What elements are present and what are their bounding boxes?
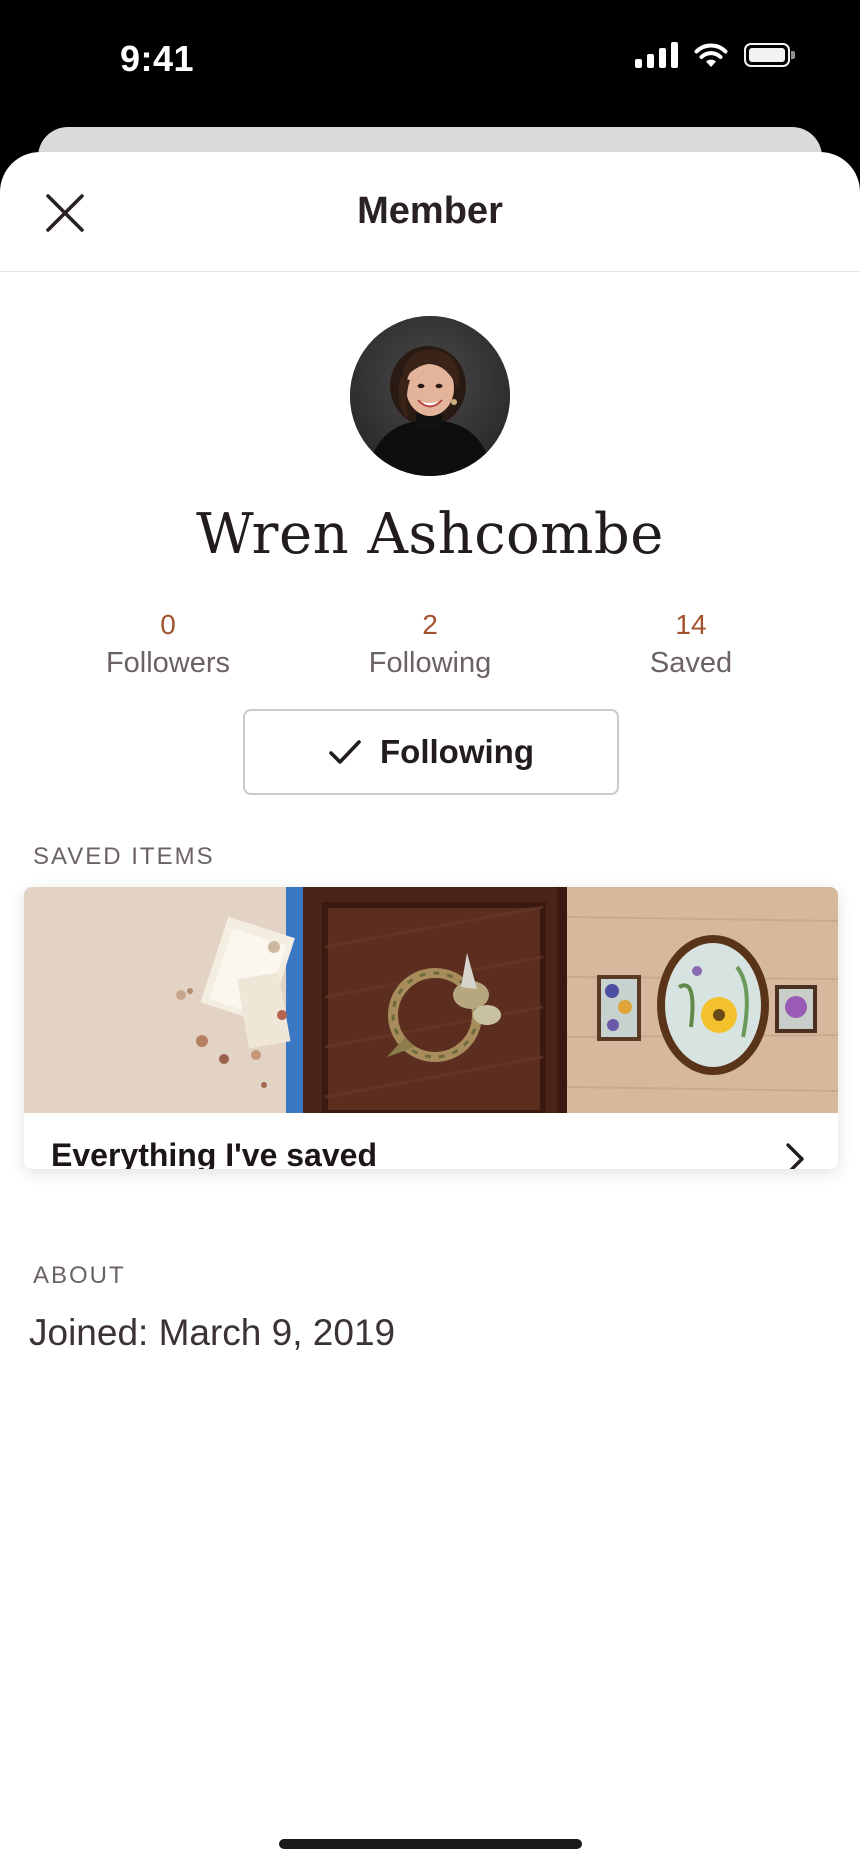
stat-following[interactable]: 2 Following — [330, 608, 530, 684]
stat-count: 0 — [160, 609, 176, 640]
profile-stats: 0 Followers 2 Following 14 Saved — [0, 608, 860, 698]
joined-date: Joined: March 9, 2019 — [29, 1312, 396, 1353]
status-icons — [635, 42, 795, 68]
page-title: Member — [357, 190, 503, 232]
header: Member — [0, 152, 860, 272]
section-label-about: ABOUT — [33, 1262, 126, 1289]
stat-followers[interactable]: 0 Followers — [68, 608, 268, 684]
checkmark-icon — [329, 740, 361, 764]
section-label-saved-items: SAVED ITEMS — [33, 843, 215, 870]
chevron-right-icon — [786, 1143, 804, 1169]
saved-collection-card[interactable]: Everything I've saved — [24, 887, 838, 1169]
wifi-icon — [694, 43, 728, 67]
stat-count: 2 — [422, 609, 438, 640]
avatar — [350, 316, 510, 476]
stat-label: Followers — [105, 647, 231, 679]
stat-saved[interactable]: 14 Saved — [591, 608, 791, 684]
collection-thumbnails — [24, 887, 838, 1113]
stat-label: Following — [368, 647, 492, 679]
stat-label: Saved — [649, 647, 733, 679]
status-time: 9:41 — [120, 38, 195, 79]
following-button[interactable]: Following — [243, 709, 619, 795]
collection-footer: Everything I've saved — [24, 1113, 838, 1169]
collection-title: Everything I've saved — [51, 1137, 377, 1169]
thumbnail-image — [295, 887, 567, 1113]
cellular-signal-icon — [635, 42, 678, 68]
battery-icon — [744, 43, 795, 67]
home-indicator[interactable] — [279, 1839, 582, 1849]
status-bar: 9:41 — [0, 0, 860, 120]
following-button-label: Following — [380, 733, 534, 770]
stat-count: 14 — [675, 609, 707, 640]
member-name: Wren Ashcombe — [196, 502, 664, 567]
thumbnail-image — [24, 887, 296, 1113]
member-sheet: Member Wren Ashcombe 0 Followers 2 Follo… — [0, 152, 860, 1864]
thumbnail-image — [566, 887, 838, 1113]
